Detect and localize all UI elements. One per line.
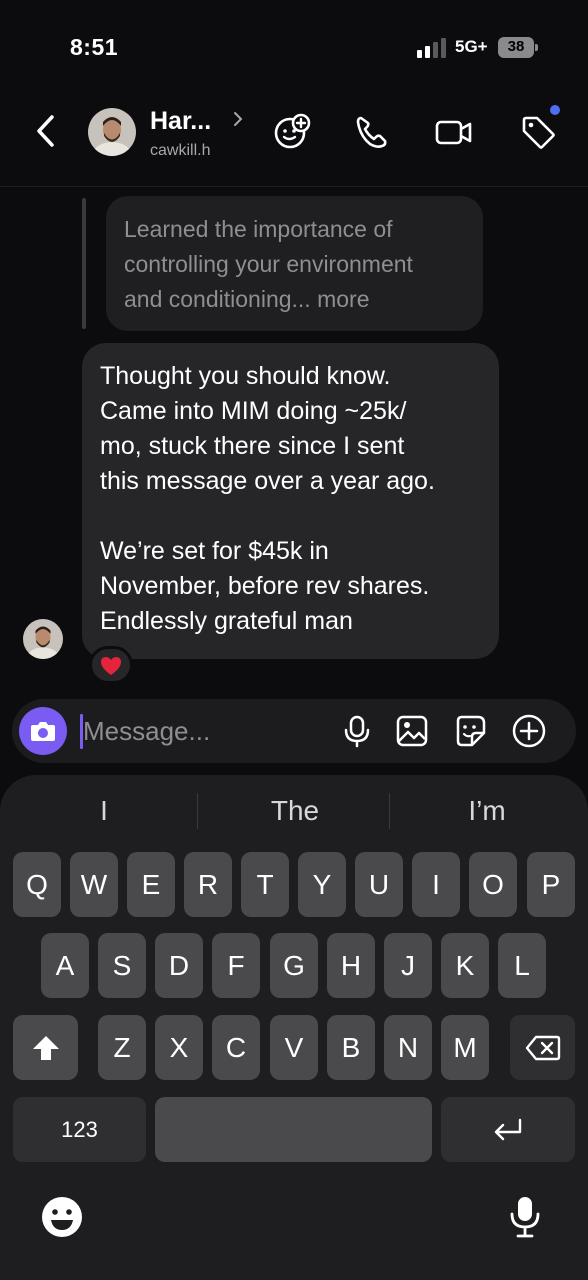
status-time: 8:51 bbox=[70, 34, 119, 60]
key-j[interactable]: J bbox=[384, 933, 432, 998]
suggestion-3[interactable]: I’m bbox=[389, 789, 585, 833]
key-o[interactable]: O bbox=[469, 852, 517, 917]
signal-icon bbox=[417, 38, 446, 58]
profile-photo-icon bbox=[88, 108, 136, 156]
delete-key[interactable] bbox=[510, 1015, 575, 1080]
reply-line: and conditioning... more bbox=[124, 286, 370, 312]
status-bar: 8:51 5G+ 38 bbox=[0, 0, 588, 90]
sticker-icon[interactable] bbox=[452, 713, 488, 749]
plus-circle-icon[interactable] bbox=[511, 713, 547, 749]
numbers-key[interactable]: 123 bbox=[13, 1097, 146, 1162]
key-d[interactable]: D bbox=[155, 933, 203, 998]
key-z[interactable]: Z bbox=[98, 1015, 146, 1080]
key-f[interactable]: F bbox=[212, 933, 260, 998]
shift-arrow-icon bbox=[32, 1036, 59, 1060]
key-p[interactable]: P bbox=[527, 852, 575, 917]
heart-icon bbox=[101, 657, 121, 675]
reply-line: Learned the importance of bbox=[124, 216, 393, 242]
video-call-icon[interactable] bbox=[434, 112, 474, 152]
keyboard: I The I’m Q W E R T Y U I O P A S D F G … bbox=[0, 775, 588, 1280]
key-l[interactable]: L bbox=[498, 933, 546, 998]
key-c[interactable]: C bbox=[212, 1015, 260, 1080]
message-composer bbox=[12, 699, 576, 763]
message-line: mo, stuck there since I sent bbox=[100, 432, 405, 460]
avatar[interactable] bbox=[88, 108, 136, 156]
key-w[interactable]: W bbox=[70, 852, 118, 917]
key-b[interactable]: B bbox=[327, 1015, 375, 1080]
message-line: Endlessly grateful man bbox=[100, 607, 353, 635]
message-bubble[interactable]: Thought you should know. Came into MIM d… bbox=[82, 343, 499, 659]
shift-key[interactable] bbox=[13, 1015, 78, 1080]
dictation-microphone-icon[interactable] bbox=[503, 1195, 547, 1239]
notification-dot bbox=[550, 105, 560, 115]
chevron-right-icon[interactable] bbox=[232, 110, 244, 128]
gallery-icon[interactable] bbox=[394, 713, 430, 749]
key-v[interactable]: V bbox=[270, 1015, 318, 1080]
message-line: this message over a year ago. bbox=[100, 467, 435, 495]
battery-level: 38 bbox=[507, 38, 525, 55]
add-friend-sticker-icon[interactable] bbox=[272, 112, 312, 152]
heart-reaction[interactable] bbox=[89, 646, 133, 684]
contact-username[interactable]: cawkill.h bbox=[150, 142, 210, 160]
return-arrow-icon bbox=[494, 1118, 522, 1141]
back-chevron-icon[interactable] bbox=[32, 113, 62, 149]
contact-name[interactable]: Har... bbox=[150, 107, 211, 136]
message-line: Came into MIM doing ~25k/ bbox=[100, 397, 407, 425]
key-g[interactable]: G bbox=[270, 933, 318, 998]
message-line: We’re set for $45k in bbox=[100, 537, 329, 565]
emoji-icon[interactable] bbox=[40, 1195, 84, 1239]
key-n[interactable]: N bbox=[384, 1015, 432, 1080]
key-s[interactable]: S bbox=[98, 933, 146, 998]
key-x[interactable]: X bbox=[155, 1015, 203, 1080]
chat-header: Har... cawkill.h bbox=[0, 95, 588, 187]
key-h[interactable]: H bbox=[327, 933, 375, 998]
phone-icon[interactable] bbox=[352, 112, 392, 152]
tag-icon[interactable] bbox=[518, 112, 558, 152]
sender-avatar[interactable] bbox=[23, 619, 63, 659]
key-m[interactable]: M bbox=[441, 1015, 489, 1080]
network-type: 5G+ bbox=[455, 37, 488, 56]
key-y[interactable]: Y bbox=[298, 852, 346, 917]
key-q[interactable]: Q bbox=[13, 852, 61, 917]
key-u[interactable]: U bbox=[355, 852, 403, 917]
key-k[interactable]: K bbox=[441, 933, 489, 998]
backspace-icon bbox=[525, 1035, 560, 1061]
reply-indicator-bar bbox=[82, 198, 86, 329]
camera-button[interactable] bbox=[19, 707, 67, 755]
message-line: November, before rev shares. bbox=[100, 572, 430, 600]
battery-icon: 38 bbox=[498, 37, 538, 58]
profile-photo-icon bbox=[23, 619, 63, 659]
replied-message-preview[interactable]: Learned the importance of controlling yo… bbox=[106, 196, 483, 331]
key-i[interactable]: I bbox=[412, 852, 460, 917]
key-a[interactable]: A bbox=[41, 933, 89, 998]
message-input[interactable] bbox=[83, 711, 333, 751]
microphone-icon[interactable] bbox=[339, 713, 375, 749]
suggestion-2[interactable]: The bbox=[197, 789, 393, 833]
suggestion-1[interactable]: I bbox=[6, 789, 202, 833]
return-key[interactable] bbox=[441, 1097, 575, 1162]
message-line: Thought you should know. bbox=[100, 362, 391, 390]
key-e[interactable]: E bbox=[127, 852, 175, 917]
key-t[interactable]: T bbox=[241, 852, 289, 917]
key-r[interactable]: R bbox=[184, 852, 232, 917]
camera-icon bbox=[31, 722, 55, 741]
reply-line: controlling your environment bbox=[124, 251, 413, 277]
space-key[interactable] bbox=[155, 1097, 432, 1162]
